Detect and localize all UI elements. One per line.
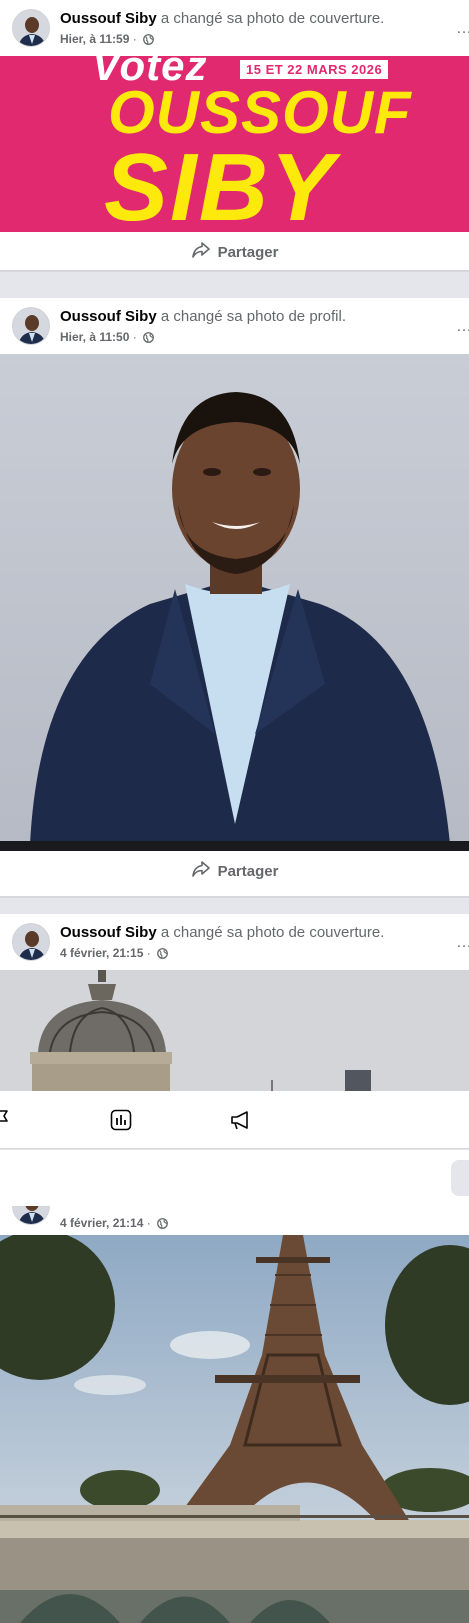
post-header: Oussouf Siby a changé sa photo de profil… xyxy=(0,298,469,354)
share-icon xyxy=(191,860,211,882)
post-actions: Partager xyxy=(0,851,469,891)
insights-icon[interactable] xyxy=(110,1109,132,1136)
post-header: 4 février, 21:14 · xyxy=(0,1206,469,1235)
author-avatar[interactable] xyxy=(12,1206,50,1225)
author-avatar[interactable] xyxy=(12,307,50,345)
cover-photo-image[interactable]: Votez 15 ET 22 MARS 2026 OUSSOUF SIBY xyxy=(0,56,469,232)
post-actions: Partager xyxy=(0,232,469,270)
more-options-icon[interactable]: … xyxy=(456,934,469,952)
globe-icon xyxy=(143,332,154,346)
author-avatar[interactable] xyxy=(12,9,50,47)
post-title-line: Oussouf Siby a changé sa photo de profil… xyxy=(60,308,346,326)
globe-icon xyxy=(157,948,169,962)
post-timestamp[interactable]: Hier, à 11:50 xyxy=(60,330,129,344)
more-options-icon[interactable]: … xyxy=(456,20,469,38)
post-cover-photo-1: Oussouf Siby a changé sa photo de couver… xyxy=(0,0,469,272)
cover-photo-image[interactable] xyxy=(0,970,469,1091)
globe-icon xyxy=(157,1218,169,1232)
composer-button[interactable] xyxy=(451,1160,469,1196)
composer-bar xyxy=(0,1150,469,1206)
page-action-toolbar xyxy=(0,1091,469,1149)
banner-dates: 15 ET 22 MARS 2026 xyxy=(240,60,389,79)
banner-last-name: SIBY xyxy=(104,134,337,233)
more-options-icon[interactable]: … xyxy=(456,318,469,336)
profile-photo-image[interactable] xyxy=(0,354,469,851)
globe-icon xyxy=(143,34,154,48)
share-icon xyxy=(191,241,211,263)
share-label: Partager xyxy=(217,862,279,880)
author-name[interactable]: Oussouf Siby xyxy=(60,924,157,941)
post-action-text: a changé sa photo de couverture. xyxy=(160,10,385,27)
share-button[interactable]: Partager xyxy=(191,860,279,882)
share-label: Partager xyxy=(217,243,279,261)
separator: · xyxy=(146,946,151,960)
post-photo-eiffel: 4 février, 21:14 · xyxy=(0,1206,469,1623)
post-header: Oussouf Siby a changé sa photo de couver… xyxy=(0,0,469,56)
post-title-line: Oussouf Siby a changé sa photo de couver… xyxy=(60,10,384,28)
author-name[interactable]: Oussouf Siby xyxy=(60,10,157,27)
post-meta: Hier, à 11:50 · xyxy=(60,330,154,346)
post-header: Oussouf Siby a changé sa photo de couver… xyxy=(0,914,469,970)
post-photo-image[interactable] xyxy=(0,1235,469,1623)
post-cover-photo-2: Oussouf Siby a changé sa photo de couver… xyxy=(0,914,469,1091)
post-timestamp[interactable]: 4 février, 21:15 xyxy=(60,946,143,960)
post-meta: Hier, à 11:59 · xyxy=(60,32,154,48)
author-avatar[interactable] xyxy=(12,923,50,961)
post-profile-photo: Oussouf Siby a changé sa photo de profil… xyxy=(0,298,469,898)
separator: · xyxy=(146,1216,151,1230)
post-action-text: a changé sa photo de profil. xyxy=(160,308,346,325)
flag-icon[interactable] xyxy=(0,1109,10,1134)
post-title-line: Oussouf Siby a changé sa photo de couver… xyxy=(60,924,384,942)
author-name[interactable]: Oussouf Siby xyxy=(60,308,157,325)
separator: · xyxy=(132,32,137,46)
post-timestamp[interactable]: 4 février, 21:14 xyxy=(60,1216,143,1230)
megaphone-icon[interactable] xyxy=(229,1108,253,1137)
share-button[interactable]: Partager xyxy=(191,241,279,263)
separator: · xyxy=(132,330,137,344)
post-meta: 4 février, 21:14 · xyxy=(60,1216,169,1232)
post-timestamp[interactable]: Hier, à 11:59 xyxy=(60,32,129,46)
post-action-text: a changé sa photo de couverture. xyxy=(160,924,385,941)
post-meta: 4 février, 21:15 · xyxy=(60,946,169,962)
